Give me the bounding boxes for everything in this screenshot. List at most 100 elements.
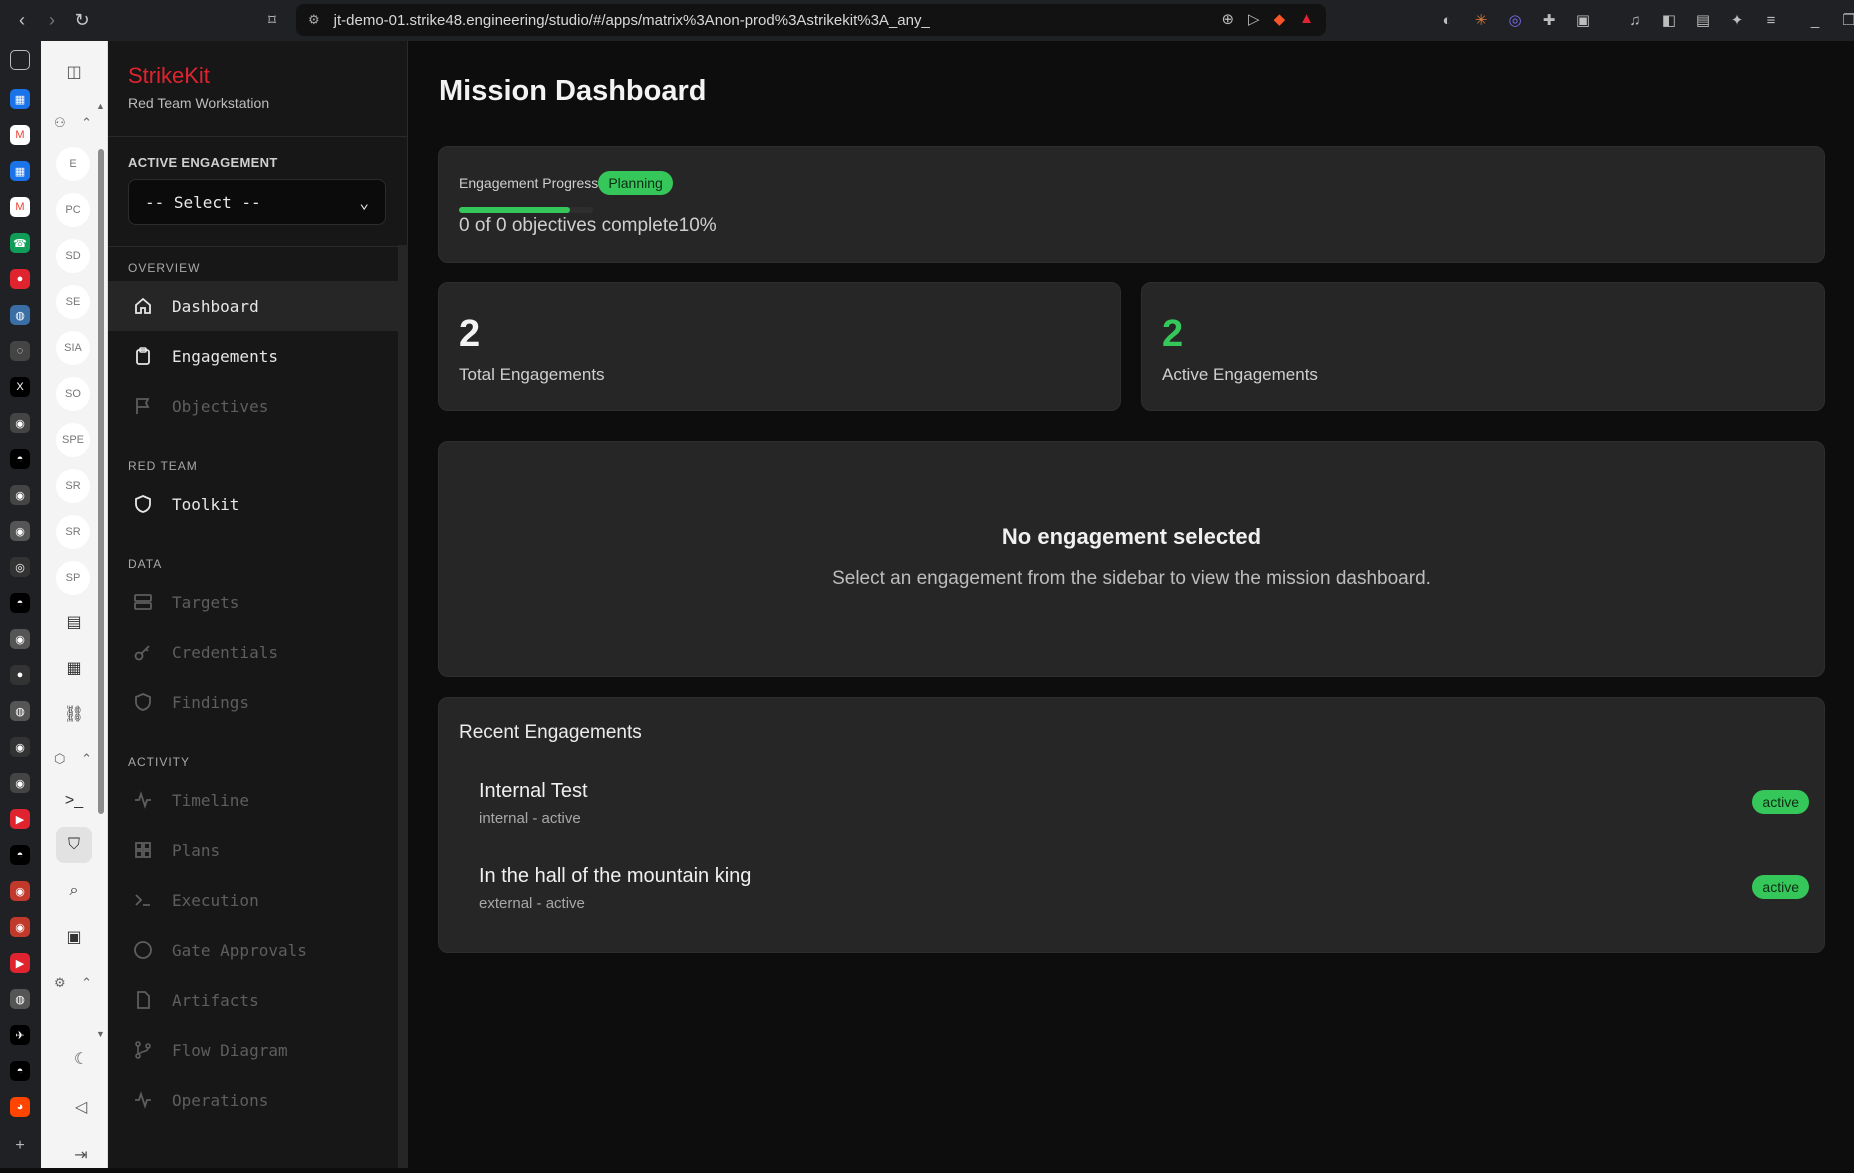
sidebar-item-gate-approvals[interactable]: Gate Approvals	[108, 925, 398, 975]
sidebar-item-findings[interactable]: Findings	[108, 677, 398, 727]
list-item[interactable]: Internal Test internal - active active	[459, 780, 1809, 850]
engagement-select[interactable]: -- Select -- ⌄	[128, 179, 386, 225]
leo-icon[interactable]: ✦	[1726, 9, 1748, 31]
users-group-toggle[interactable]: ⚇ ⌃	[50, 111, 96, 135]
site-info-icon[interactable]: ⚙	[308, 12, 320, 28]
restore-icon[interactable]: ❐	[1838, 9, 1854, 31]
search-icon[interactable]: ⌕	[56, 873, 92, 909]
moon-icon[interactable]: ☾	[63, 1041, 99, 1077]
avatar[interactable]: E	[56, 147, 90, 181]
avatar[interactable]: SPE	[56, 423, 90, 457]
sidebar-item-dashboard[interactable]: Dashboard	[108, 281, 398, 331]
server-icon	[132, 591, 154, 613]
rail-scrollbar[interactable]: ▲ ▼	[96, 101, 105, 1041]
menu-icon[interactable]: ≡	[1760, 9, 1782, 31]
extension-icon[interactable]: ◎	[1504, 9, 1526, 31]
globe-icon[interactable]: ◍	[10, 989, 30, 1009]
x-icon[interactable]: X	[10, 377, 30, 397]
avatar[interactable]: SD	[56, 239, 90, 273]
back-icon[interactable]: ‹	[8, 6, 36, 34]
sidebar-item-plans[interactable]: Plans	[108, 825, 398, 875]
extension-icon[interactable]: ▣	[1572, 9, 1594, 31]
phone-icon[interactable]: ☎	[10, 233, 30, 253]
briefcase-icon[interactable]: ▣	[56, 919, 92, 955]
minimize-icon[interactable]: _	[1804, 9, 1826, 31]
app-icon[interactable]: ◉	[10, 629, 30, 649]
app-icon[interactable]: ◌	[10, 341, 30, 361]
avatar[interactable]: SP	[56, 561, 90, 595]
rewards-icon[interactable]: ▲	[1299, 10, 1314, 28]
sidebar-item-credentials[interactable]: Credentials	[108, 627, 398, 677]
wallet-icon[interactable]: ▤	[1692, 9, 1714, 31]
extension-icon[interactable]: ✳	[1470, 9, 1492, 31]
reddit-icon[interactable]: ◕	[10, 1097, 30, 1117]
sidebar-panel-icon[interactable]	[10, 50, 30, 70]
list-item[interactable]: In the hall of the mountain king externa…	[459, 865, 1809, 935]
toggle-sidebar-icon[interactable]: ◫	[56, 54, 92, 90]
sidebar-item-engagements[interactable]: Engagements	[108, 331, 398, 381]
zoom-icon[interactable]: ⊕	[1221, 10, 1234, 28]
app-icon[interactable]: ◍	[10, 305, 30, 325]
avatar[interactable]: PC	[56, 193, 90, 227]
app-icon[interactable]: ✈	[10, 1025, 30, 1045]
gmail-icon[interactable]: M	[10, 197, 30, 217]
sidebar-item-targets[interactable]: Targets	[108, 577, 398, 627]
globe-icon[interactable]: ◍	[10, 701, 30, 721]
terminal-icon[interactable]: >_	[56, 783, 92, 819]
send-icon[interactable]: ▷	[1248, 10, 1260, 28]
app-icon[interactable]: ◉	[10, 413, 30, 433]
workflow-icon[interactable]: ⛓	[56, 696, 92, 732]
gmail-icon[interactable]: M	[10, 125, 30, 145]
youtube-icon[interactable]: ▶	[10, 953, 30, 973]
extension-icon[interactable]: ◐	[1436, 9, 1458, 31]
avatar[interactable]: SIA	[56, 331, 90, 365]
app-icon[interactable]: ◉	[10, 881, 30, 901]
sidebar-toggle-icon[interactable]: ◧	[1658, 9, 1680, 31]
extensions-puzzle-icon[interactable]: ✚	[1538, 9, 1560, 31]
app-icon[interactable]: ◉	[10, 485, 30, 505]
github-icon[interactable]: ◓	[10, 449, 30, 469]
apps-group-toggle[interactable]: ⬡ ⌃	[50, 747, 96, 771]
avatar[interactable]: SO	[56, 377, 90, 411]
brave-shield-icon[interactable]: ◆	[1274, 10, 1286, 28]
sidebar-scrollbar[interactable]	[398, 245, 408, 1168]
github-icon[interactable]: ◓	[10, 1061, 30, 1081]
app-icon[interactable]: ◎	[10, 557, 30, 577]
sidebar-item-flow-diagram[interactable]: Flow Diagram	[108, 1025, 398, 1075]
sidebar-item-operations[interactable]: Operations	[108, 1075, 398, 1125]
app-icon[interactable]: ●	[10, 269, 30, 289]
avatar[interactable]: SR	[56, 469, 90, 503]
avatar[interactable]: SR	[56, 515, 90, 549]
sidebar-item-artifacts[interactable]: Artifacts	[108, 975, 398, 1025]
app-icon[interactable]: ●	[10, 665, 30, 685]
sidebar-item-execution[interactable]: Execution	[108, 875, 398, 925]
document-icon[interactable]: ▤	[56, 604, 92, 640]
app-icon[interactable]: ◉	[10, 521, 30, 541]
calendar-icon[interactable]: ▦	[10, 89, 30, 109]
calendar-icon[interactable]: ▦	[56, 650, 92, 686]
shield-icon[interactable]: ⛉	[56, 827, 92, 863]
media-icon[interactable]: ♫	[1624, 9, 1646, 31]
sidebar-item-toolkit[interactable]: Toolkit	[108, 479, 398, 529]
address-bar[interactable]: ⚙ jt-demo-01.strike48.engineering/studio…	[296, 4, 1326, 36]
megaphone-icon[interactable]: ◁	[63, 1089, 99, 1125]
add-icon[interactable]: +	[10, 1136, 30, 1156]
app-icon[interactable]: ◉	[10, 917, 30, 937]
calendar-icon[interactable]: ▦	[10, 161, 30, 181]
sidebar-item-objectives[interactable]: Objectives	[108, 381, 398, 431]
reload-icon[interactable]: ↻	[68, 6, 96, 34]
forward-icon[interactable]: ›	[38, 6, 66, 34]
github-icon[interactable]: ◓	[10, 593, 30, 613]
scroll-down-icon[interactable]: ▼	[96, 1029, 105, 1039]
scrollbar-thumb[interactable]	[98, 149, 104, 814]
github-icon[interactable]: ◓	[10, 845, 30, 865]
sidebar-item-timeline[interactable]: Timeline	[108, 775, 398, 825]
app-icon[interactable]: ◉	[10, 773, 30, 793]
avatar[interactable]: SE	[56, 285, 90, 319]
settings-group-toggle[interactable]: ⚙ ⌃	[50, 971, 96, 995]
scroll-up-icon[interactable]: ▲	[96, 101, 105, 111]
app-icon[interactable]: ◉	[10, 737, 30, 757]
address-url[interactable]: jt-demo-01.strike48.engineering/studio/#…	[334, 12, 930, 29]
youtube-icon[interactable]: ▶	[10, 809, 30, 829]
bookmark-icon[interactable]: ⌑	[258, 6, 286, 34]
